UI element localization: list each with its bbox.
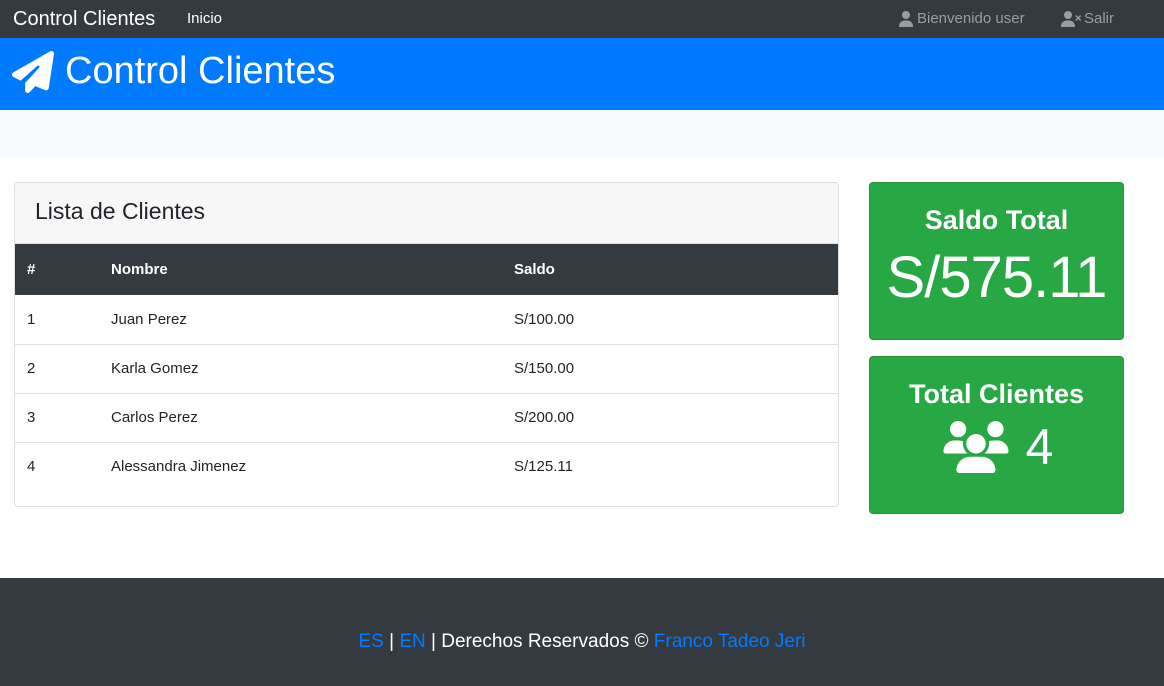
table-row: 3 Carlos Perez S/200.00 (15, 393, 838, 442)
page-footer: ES | EN | Derechos Reservados © Franco T… (0, 578, 1164, 686)
total-clientes-title: Total Clientes (908, 379, 1085, 409)
page-title: Control Clientes (65, 50, 336, 92)
clientes-card: Lista de Clientes # Nombre Saldo 1 Juan … (14, 182, 839, 507)
table-row: 2 Karla Gomez S/150.00 (15, 344, 838, 393)
lang-es-link[interactable]: ES (358, 631, 383, 652)
clientes-table: # Nombre Saldo 1 Juan Perez S/100.00 2 K… (15, 244, 838, 491)
total-clientes-value: 4 (1025, 419, 1054, 475)
footer-text: ES | EN | Derechos Reservados © Franco T… (0, 631, 1164, 653)
navbar-brand[interactable]: Control Clientes (13, 8, 155, 31)
user-times-icon (1061, 10, 1081, 27)
cell-saldo: S/100.00 (514, 310, 575, 328)
cell-saldo: S/200.00 (514, 409, 575, 426)
nav-link-inicio[interactable]: Inicio (187, 10, 222, 27)
cell-nombre: Carlos Perez (111, 409, 198, 426)
users-icon (943, 421, 1009, 473)
top-navbar: Control Clientes Inicio Bienvenido user … (0, 0, 1164, 38)
footer-rights: | Derechos Reservados © (431, 631, 649, 652)
saldo-total-value: S/575.11 (886, 245, 1108, 310)
cell-id: 3 (27, 409, 36, 426)
table-row: 1 Juan Perez S/100.00 (15, 295, 838, 344)
user-icon (899, 10, 913, 27)
nav-link-welcome[interactable]: Bienvenido user (898, 10, 1025, 27)
saldo-total-title: Saldo Total (924, 205, 1069, 235)
cell-id: 2 (27, 360, 36, 377)
table-header-row: # Nombre Saldo (15, 244, 838, 295)
column-header-id: # (27, 261, 36, 278)
nav-welcome-label: Bienvenido user (917, 10, 1025, 27)
paper-plane-icon (12, 51, 54, 93)
cell-nombre: Alessandra Jimenez (111, 458, 247, 476)
lang-en-link[interactable]: EN (399, 631, 425, 652)
saldo-total-card: Saldo Total S/575.11 (869, 182, 1124, 340)
column-header-nombre: Nombre (111, 261, 168, 278)
column-header-saldo: Saldo (514, 261, 555, 278)
clientes-card-title: Lista de Clientes (35, 198, 206, 224)
total-clientes-card: Total Clientes 4 (869, 356, 1124, 514)
cell-saldo: S/150.00 (514, 360, 575, 377)
cell-id: 1 (27, 310, 36, 328)
cell-nombre: Karla Gomez (111, 360, 199, 377)
table-row: 4 Alessandra Jimenez S/125.11 (15, 442, 838, 491)
cell-id: 4 (27, 458, 36, 476)
clientes-card-header: Lista de Clientes (15, 183, 838, 244)
cell-saldo: S/125.11 (514, 458, 573, 476)
author-link[interactable]: Franco Tadeo Jeri (654, 631, 806, 652)
nav-logout-label: Salir (1084, 10, 1115, 27)
nav-link-logout[interactable]: Salir (1061, 10, 1114, 27)
action-bar (0, 110, 1164, 158)
page-header: Control Clientes (0, 38, 1164, 110)
total-clientes-row: 4 (870, 418, 1123, 476)
cell-nombre: Juan Perez (111, 310, 187, 328)
footer-separator: | (389, 631, 395, 652)
